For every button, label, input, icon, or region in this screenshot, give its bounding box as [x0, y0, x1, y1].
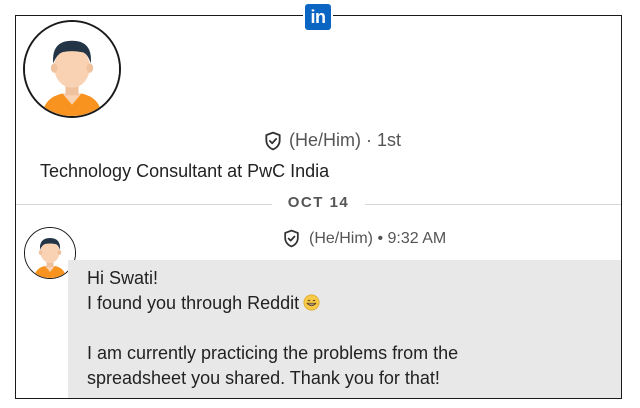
separator-dot: • — [373, 229, 388, 247]
message-timestamp: 9:32 AM — [387, 229, 447, 247]
conversation-card: (He/Him) · 1st Technology Consultant at … — [15, 15, 622, 399]
divider — [365, 204, 621, 205]
sender-pronouns: (He/Him) — [309, 229, 373, 247]
message-body[interactable]: Hi Swati! I found you through Reddit I a… — [87, 266, 607, 391]
separator-dot: · — [361, 130, 377, 150]
profile-headline: Technology Consultant at PwC India — [40, 161, 330, 181]
message-line: I found you through Reddit — [87, 293, 300, 313]
date-separator: OCT 14 — [16, 194, 621, 211]
profile-avatar[interactable] — [23, 20, 121, 118]
connection-degree: 1st — [377, 130, 402, 150]
avatar-illustration — [25, 22, 119, 116]
divider — [16, 204, 272, 205]
message-line: Hi Swati! — [87, 268, 159, 288]
message-line-with-emoji: I found you through Reddit — [87, 291, 607, 316]
message-meta: (He/Him) • 9:32 AM — [282, 229, 446, 248]
grinning-face-emoji-icon — [303, 294, 320, 311]
profile-meta: (He/Him) · 1st — [263, 130, 401, 151]
linkedin-icon: in — [305, 4, 331, 30]
message-line: I am currently practicing the problems f… — [87, 343, 459, 363]
date-label: OCT 14 — [287, 194, 350, 211]
linkedin-logo: in — [303, 3, 333, 31]
verified-shield-icon — [284, 229, 299, 248]
profile-pronouns: (He/Him) — [289, 130, 361, 150]
message-line: spreadsheet you shared. Thank you for th… — [87, 368, 440, 388]
verified-shield-icon — [265, 131, 281, 150]
